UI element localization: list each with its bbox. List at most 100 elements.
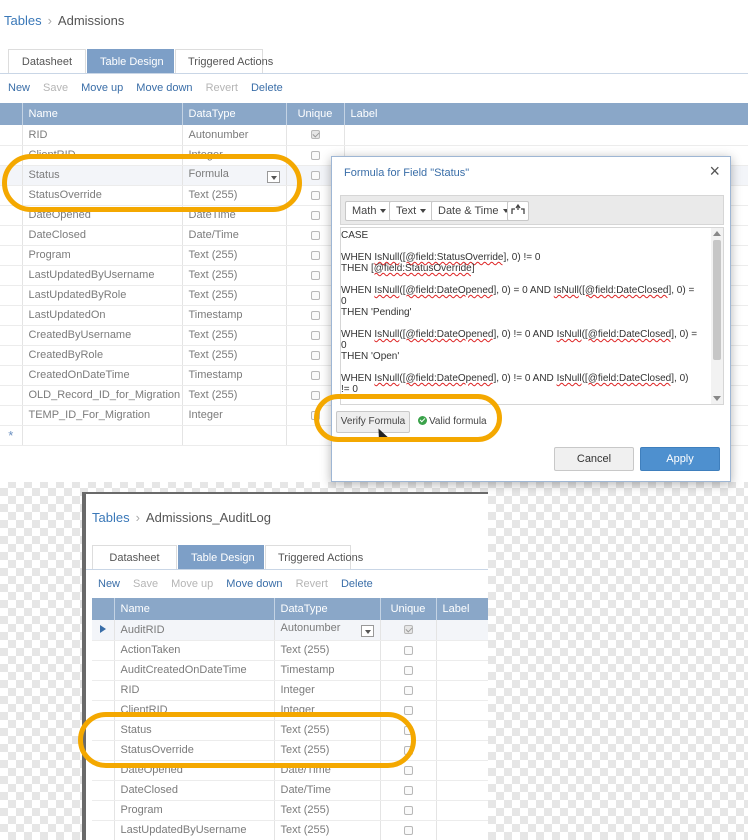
unique-checkbox[interactable]	[310, 210, 320, 220]
field-datatype-cell[interactable]: Integer	[182, 405, 287, 426]
header-label[interactable]: Label	[344, 103, 748, 125]
field-datatype-cell[interactable]: Integer	[274, 680, 381, 701]
unique-checkbox[interactable]	[310, 370, 320, 380]
label-cell[interactable]	[436, 780, 488, 801]
scroll-down-icon[interactable]	[713, 396, 721, 401]
editor-scrollbar[interactable]	[711, 228, 723, 404]
unique-checkbox[interactable]	[310, 390, 320, 400]
move-up-button[interactable]: Move up	[171, 578, 213, 590]
field-name-cell[interactable]: AuditRID	[114, 620, 275, 641]
unique-checkbox[interactable]	[403, 645, 413, 655]
tab-datasheet[interactable]: Datasheet	[92, 545, 177, 569]
unique-checkbox[interactable]	[403, 705, 413, 715]
unique-checkbox[interactable]	[403, 665, 413, 675]
table-row[interactable]: RID Integer	[92, 680, 488, 701]
field-name-cell[interactable]: AuditCreatedOnDateTime	[114, 660, 275, 681]
header-datatype[interactable]: DataType	[182, 103, 287, 125]
field-name-cell[interactable]: CreatedByRole	[22, 345, 183, 366]
unique-checkbox[interactable]	[310, 270, 320, 280]
field-datatype-cell[interactable]: Text (255)	[182, 345, 287, 366]
tab-table-design[interactable]: Table Design	[87, 49, 174, 73]
field-name-cell[interactable]: LastUpdatedByUsername	[114, 820, 275, 840]
label-cell[interactable]	[436, 800, 488, 821]
field-name-cell[interactable]: RID	[114, 680, 275, 701]
field-datatype-cell[interactable]: Autonumber	[182, 125, 287, 146]
label-cell[interactable]	[436, 760, 488, 781]
formula-text[interactable]: CASE WHEN IsNull([@field:StatusOverride],…	[341, 228, 711, 395]
unique-checkbox[interactable]	[310, 310, 320, 320]
tab-table-design[interactable]: Table Design	[178, 545, 264, 569]
row-marker[interactable]	[0, 265, 23, 286]
table-row[interactable]: AuditCreatedOnDateTime Timestamp	[92, 660, 488, 681]
unique-cell[interactable]	[380, 640, 437, 661]
close-icon[interactable]: ×	[709, 161, 720, 182]
field-name-cell[interactable]: OLD_Record_ID_for_Migration	[22, 385, 183, 406]
unique-checkbox[interactable]	[310, 150, 320, 160]
unique-cell[interactable]	[380, 620, 437, 641]
datatype-dropdown-icon[interactable]	[360, 625, 374, 638]
unique-checkbox[interactable]	[403, 625, 413, 635]
row-marker[interactable]	[0, 385, 23, 406]
new-button[interactable]: New	[98, 578, 120, 590]
row-marker[interactable]	[0, 125, 23, 146]
revert-button[interactable]: Revert	[296, 578, 328, 590]
row-marker[interactable]	[0, 245, 23, 266]
scroll-thumb[interactable]	[713, 240, 721, 360]
field-name-cell[interactable]: CreatedByUsername	[22, 325, 183, 346]
table-row[interactable]: ActionTaken Text (255)	[92, 640, 488, 661]
header-datatype[interactable]: DataType	[274, 598, 381, 620]
formula-editor[interactable]: CASE WHEN IsNull([@field:StatusOverride],…	[340, 227, 724, 405]
move-down-button[interactable]: Move down	[136, 82, 192, 94]
delete-button[interactable]: Delete	[251, 82, 283, 94]
row-marker[interactable]	[92, 780, 115, 801]
row-marker[interactable]	[92, 820, 115, 840]
unique-checkbox[interactable]	[403, 805, 413, 815]
field-name-cell[interactable]: TEMP_ID_For_Migration	[22, 405, 183, 426]
unique-checkbox[interactable]	[310, 330, 320, 340]
tab-triggered-actions[interactable]: Triggered Actions	[175, 49, 273, 73]
unique-checkbox[interactable]	[310, 230, 320, 240]
field-datatype-cell[interactable]: Text (255)	[182, 245, 287, 266]
field-name-cell[interactable]: DateClosed	[114, 780, 275, 801]
field-datatype-cell[interactable]: Timestamp	[182, 305, 287, 326]
text-menu-button[interactable]: Text	[389, 201, 434, 221]
label-cell[interactable]	[436, 640, 488, 661]
cancel-button[interactable]: Cancel	[554, 447, 634, 471]
field-datatype-cell[interactable]: Text (255)	[182, 265, 287, 286]
field-datatype-cell[interactable]: Text (255)	[182, 285, 287, 306]
field-datatype-cell[interactable]: Timestamp	[182, 365, 287, 386]
unique-cell[interactable]	[380, 660, 437, 681]
field-name-cell[interactable]: LastUpdatedByRole	[22, 285, 183, 306]
row-marker[interactable]	[0, 305, 23, 326]
label-cell[interactable]	[344, 125, 748, 146]
field-name-cell[interactable]: LastUpdatedByUsername	[22, 265, 183, 286]
label-cell[interactable]	[436, 820, 488, 840]
row-marker[interactable]	[0, 225, 23, 246]
new-button[interactable]: New	[8, 82, 30, 94]
empty-cell[interactable]	[22, 425, 183, 446]
move-up-button[interactable]: Move up	[81, 82, 123, 94]
table-row[interactable]: AuditRID Autonumber	[92, 620, 488, 641]
table-row[interactable]: Program Text (255)	[92, 800, 488, 821]
delete-button[interactable]: Delete	[341, 578, 373, 590]
unique-checkbox[interactable]	[403, 765, 413, 775]
row-marker[interactable]	[92, 640, 115, 661]
breadcrumb-tables-link[interactable]: Tables	[92, 510, 130, 525]
field-name-cell[interactable]: RID	[22, 125, 183, 146]
label-cell[interactable]	[436, 740, 488, 761]
label-cell[interactable]	[436, 680, 488, 701]
header-name[interactable]: Name	[22, 103, 183, 125]
label-cell[interactable]	[436, 720, 488, 741]
unique-cell[interactable]	[286, 125, 345, 146]
row-marker[interactable]	[92, 800, 115, 821]
field-datatype-cell[interactable]: Text (255)	[274, 820, 381, 840]
tab-datasheet[interactable]: Datasheet	[8, 49, 86, 73]
field-datatype-cell[interactable]: Text (255)	[182, 385, 287, 406]
empty-cell[interactable]	[182, 425, 287, 446]
row-marker[interactable]	[0, 405, 23, 426]
field-datatype-cell[interactable]: Text (255)	[182, 325, 287, 346]
unique-cell[interactable]	[380, 820, 437, 840]
field-name-cell[interactable]: CreatedOnDateTime	[22, 365, 183, 386]
header-unique[interactable]: Unique	[286, 103, 345, 125]
tab-triggered-actions[interactable]: Triggered Actions	[265, 545, 363, 569]
